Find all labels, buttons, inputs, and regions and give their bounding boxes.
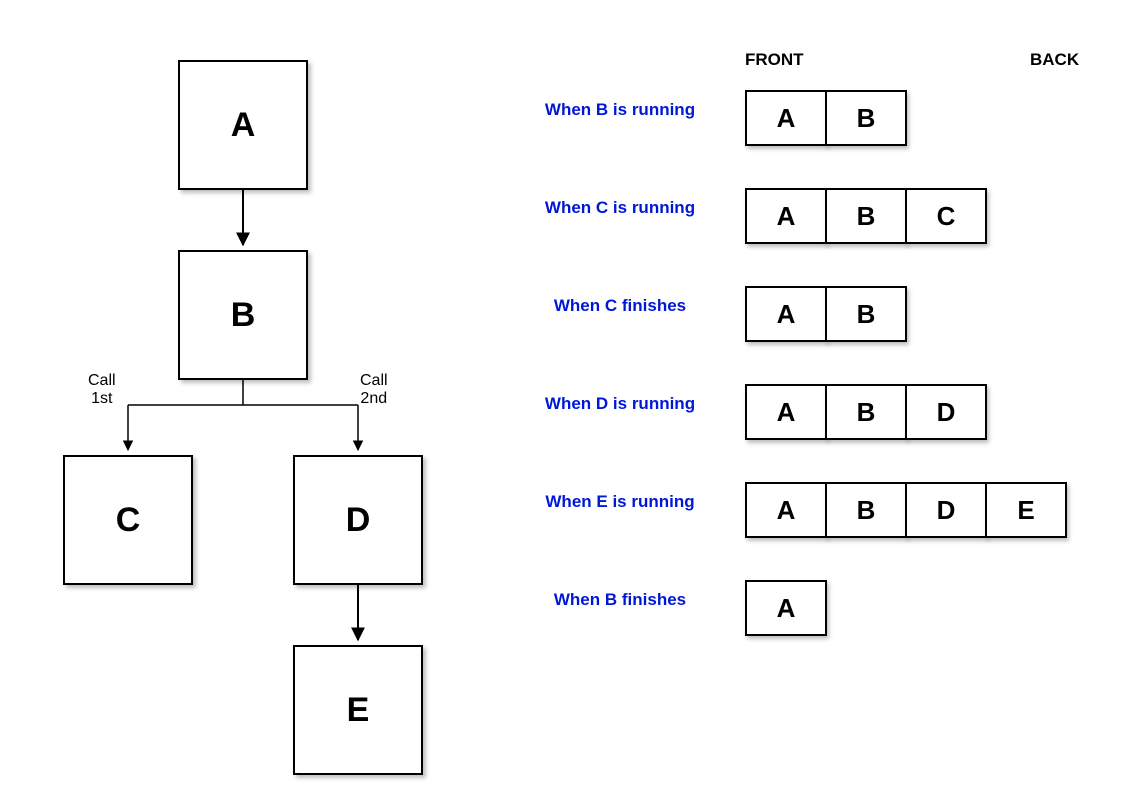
stack-cell: A [745,482,827,538]
stack-cell: D [905,384,987,440]
stack-cell: B [825,286,907,342]
stack-cell: D [905,482,987,538]
header-front: FRONT [745,50,804,70]
stack-cell: E [985,482,1067,538]
stack-cell: A [745,286,827,342]
stack-row: ABDE [745,482,1067,538]
stack-row: ABD [745,384,987,440]
tree-node-c: C [63,455,193,585]
state-label: When E is running [540,492,700,512]
stack-cell: A [745,90,827,146]
tree-node-d: D [293,455,423,585]
state-label: When D is running [540,394,700,414]
state-label: When B finishes [540,590,700,610]
tree-node-e: E [293,645,423,775]
tree-node-b: B [178,250,308,380]
stack-row: ABC [745,188,987,244]
header-back: BACK [1030,50,1079,70]
stack-cell: B [825,90,907,146]
stack-cell: B [825,384,907,440]
state-label: When C is running [540,198,700,218]
stack-row: AB [745,90,907,146]
stack-cell: A [745,580,827,636]
stack-cell: B [825,188,907,244]
state-label: When B is running [540,100,700,120]
stack-cell: A [745,188,827,244]
stack-cell: C [905,188,987,244]
stack-row: AB [745,286,907,342]
state-label: When C finishes [540,296,700,316]
stack-cell: A [745,384,827,440]
stack-cell: B [825,482,907,538]
edge-label-call-1st: Call 1st [88,372,116,407]
tree-node-a: A [178,60,308,190]
stack-row: A [745,580,827,636]
edge-label-call-2nd: Call 2nd [360,372,388,407]
